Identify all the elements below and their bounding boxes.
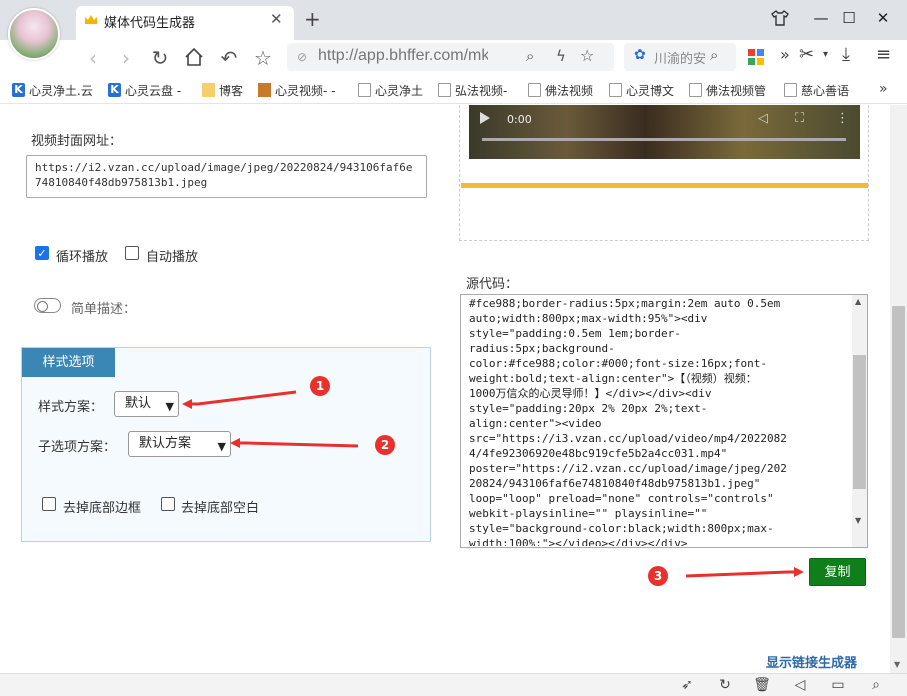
chevron-down-icon[interactable]: ▾ xyxy=(823,49,828,60)
remove-blank-checkbox[interactable] xyxy=(161,497,175,511)
doc-icon xyxy=(438,83,451,97)
shirt-icon[interactable] xyxy=(770,8,790,28)
crown-icon xyxy=(85,15,97,24)
apps-grid-icon[interactable] xyxy=(748,49,764,65)
volume-icon[interactable]: ◁ xyxy=(758,111,768,126)
link-generator-link[interactable]: 显示链接生成器 xyxy=(766,652,857,671)
url-text[interactable]: http://app.bhffer.com/mkmed xyxy=(318,47,488,65)
bookmarks-more-icon[interactable]: » xyxy=(879,81,888,97)
zoom-icon[interactable]: ⌕ xyxy=(867,676,885,694)
speaker-icon[interactable]: ◁ xyxy=(791,676,809,694)
trash-icon[interactable]: 🗑 xyxy=(753,676,771,694)
reload-icon[interactable]: ↻ xyxy=(147,45,173,71)
bookmark-item[interactable]: 心灵博文 xyxy=(609,81,674,99)
profile-avatar[interactable] xyxy=(8,8,60,60)
bookmark-item[interactable]: 佛法视频管 xyxy=(689,81,766,99)
home-icon[interactable] xyxy=(183,46,205,68)
zoom-icon[interactable]: ⌕ xyxy=(526,47,534,65)
bookmark-item[interactable]: K 心灵净土.云 xyxy=(12,81,93,99)
bookmark-item[interactable]: 博客 xyxy=(202,81,243,99)
bookmark-item[interactable]: 心灵净土 xyxy=(358,81,423,99)
code-scrollbar-thumb[interactable] xyxy=(853,355,866,489)
undo-icon[interactable]: ↶ xyxy=(216,45,242,71)
autoplay-label: 自动播放 xyxy=(146,250,199,265)
video-time: 0:00 xyxy=(507,113,532,126)
flash-icon[interactable]: ϟ xyxy=(556,47,566,65)
baidu-paw-icon: ✿ xyxy=(634,47,646,63)
more-arrows-icon[interactable]: » xyxy=(780,45,790,64)
tab-style-options[interactable]: 样式选项 xyxy=(22,348,115,377)
scissors-icon[interactable]: ✂ xyxy=(799,44,814,65)
search-input[interactable]: 川渝的安 xyxy=(654,48,706,67)
page-scrollbar-thumb[interactable] xyxy=(892,306,905,638)
remove-border-label: 去掉底部边框 xyxy=(63,501,142,516)
remove-blank-label: 去掉底部空白 xyxy=(181,501,260,516)
annotation-badge-3: 3 xyxy=(648,566,668,586)
close-window-button[interactable]: ✕ xyxy=(868,6,898,30)
bookmark-item[interactable]: 弘法视频- xyxy=(438,81,507,99)
bookmark-star-icon[interactable]: ☆ xyxy=(250,45,276,71)
fullscreen-icon[interactable]: ⛶ xyxy=(795,111,804,126)
minimize-button[interactable]: — xyxy=(806,6,836,30)
tab-close-icon[interactable]: ✕ xyxy=(270,10,283,28)
autoplay-checkbox[interactable] xyxy=(125,246,139,260)
doc-icon xyxy=(689,83,702,97)
more-vertical-icon[interactable]: ⋮ xyxy=(836,111,849,126)
bookmark-item[interactable]: 心灵视频- - xyxy=(258,81,335,99)
source-code-label: 源代码： xyxy=(466,277,519,292)
loop-label: 循环播放 xyxy=(56,250,109,265)
play-icon[interactable] xyxy=(480,112,490,124)
k-icon: K xyxy=(12,83,25,97)
doc-icon xyxy=(784,83,797,97)
back-icon[interactable]: ‹ xyxy=(80,45,106,71)
style-scheme-select[interactable]: 默认 ▼ xyxy=(114,391,179,417)
download-icon[interactable]: ⤓ xyxy=(842,44,850,65)
sub-scheme-select[interactable]: 默认方案 ▼ xyxy=(128,431,231,457)
style-scheme-label: 样式方案： xyxy=(38,400,104,415)
annotation-badge-1: 1 xyxy=(310,376,330,396)
doc-icon xyxy=(528,83,541,97)
description-label: 简单描述： xyxy=(71,302,137,317)
maximize-button[interactable]: ☐ xyxy=(834,6,864,30)
bookmark-item[interactable]: 佛法视频 xyxy=(528,81,593,99)
toggle-knob xyxy=(37,301,48,312)
sub-scheme-label: 子选项方案： xyxy=(38,440,117,455)
bookmark-item[interactable]: 慈心善语 xyxy=(784,81,849,99)
new-tab-button[interactable]: + xyxy=(304,7,321,31)
search-icon[interactable]: ⌕ xyxy=(710,46,718,64)
blog-icon xyxy=(202,83,215,97)
scroll-down-icon[interactable]: ▼ xyxy=(855,516,861,525)
loop-checkbox[interactable]: ✓ xyxy=(35,246,49,260)
chevron-down-icon: ▼ xyxy=(165,400,174,413)
scroll-down-icon[interactable]: ▼ xyxy=(894,660,900,669)
insecure-icon: ⊘ xyxy=(297,50,308,64)
menu-icon[interactable]: ≡ xyxy=(876,44,891,65)
source-code-text: #fce988;border-radius:5px;margin:2em aut… xyxy=(469,297,787,546)
bookmark-item[interactable]: K 心灵云盘 - xyxy=(108,81,181,99)
cover-url-input[interactable] xyxy=(26,155,427,198)
window-icon[interactable]: ▭ xyxy=(829,676,847,694)
doc-icon xyxy=(358,83,371,97)
k-icon: K xyxy=(108,83,121,97)
favorite-icon[interactable]: ☆ xyxy=(580,46,594,65)
forward-icon[interactable]: › xyxy=(113,45,139,71)
remove-border-checkbox[interactable] xyxy=(42,497,56,511)
video-icon xyxy=(258,83,271,97)
title-bar-accent xyxy=(461,183,868,188)
sync-icon[interactable]: ↻ xyxy=(716,676,734,694)
rocket-icon[interactable]: ➶ xyxy=(678,676,696,694)
cover-url-label: 视频封面网址： xyxy=(31,134,123,149)
chevron-down-icon: ▼ xyxy=(217,440,226,453)
tab-title: 媒体代码生成器 xyxy=(104,16,196,31)
video-progress[interactable] xyxy=(482,138,846,141)
annotation-badge-2: 2 xyxy=(375,435,395,455)
copy-button[interactable]: 复制 xyxy=(809,558,866,586)
doc-icon xyxy=(609,83,622,97)
scroll-up-icon[interactable]: ▲ xyxy=(855,297,861,306)
